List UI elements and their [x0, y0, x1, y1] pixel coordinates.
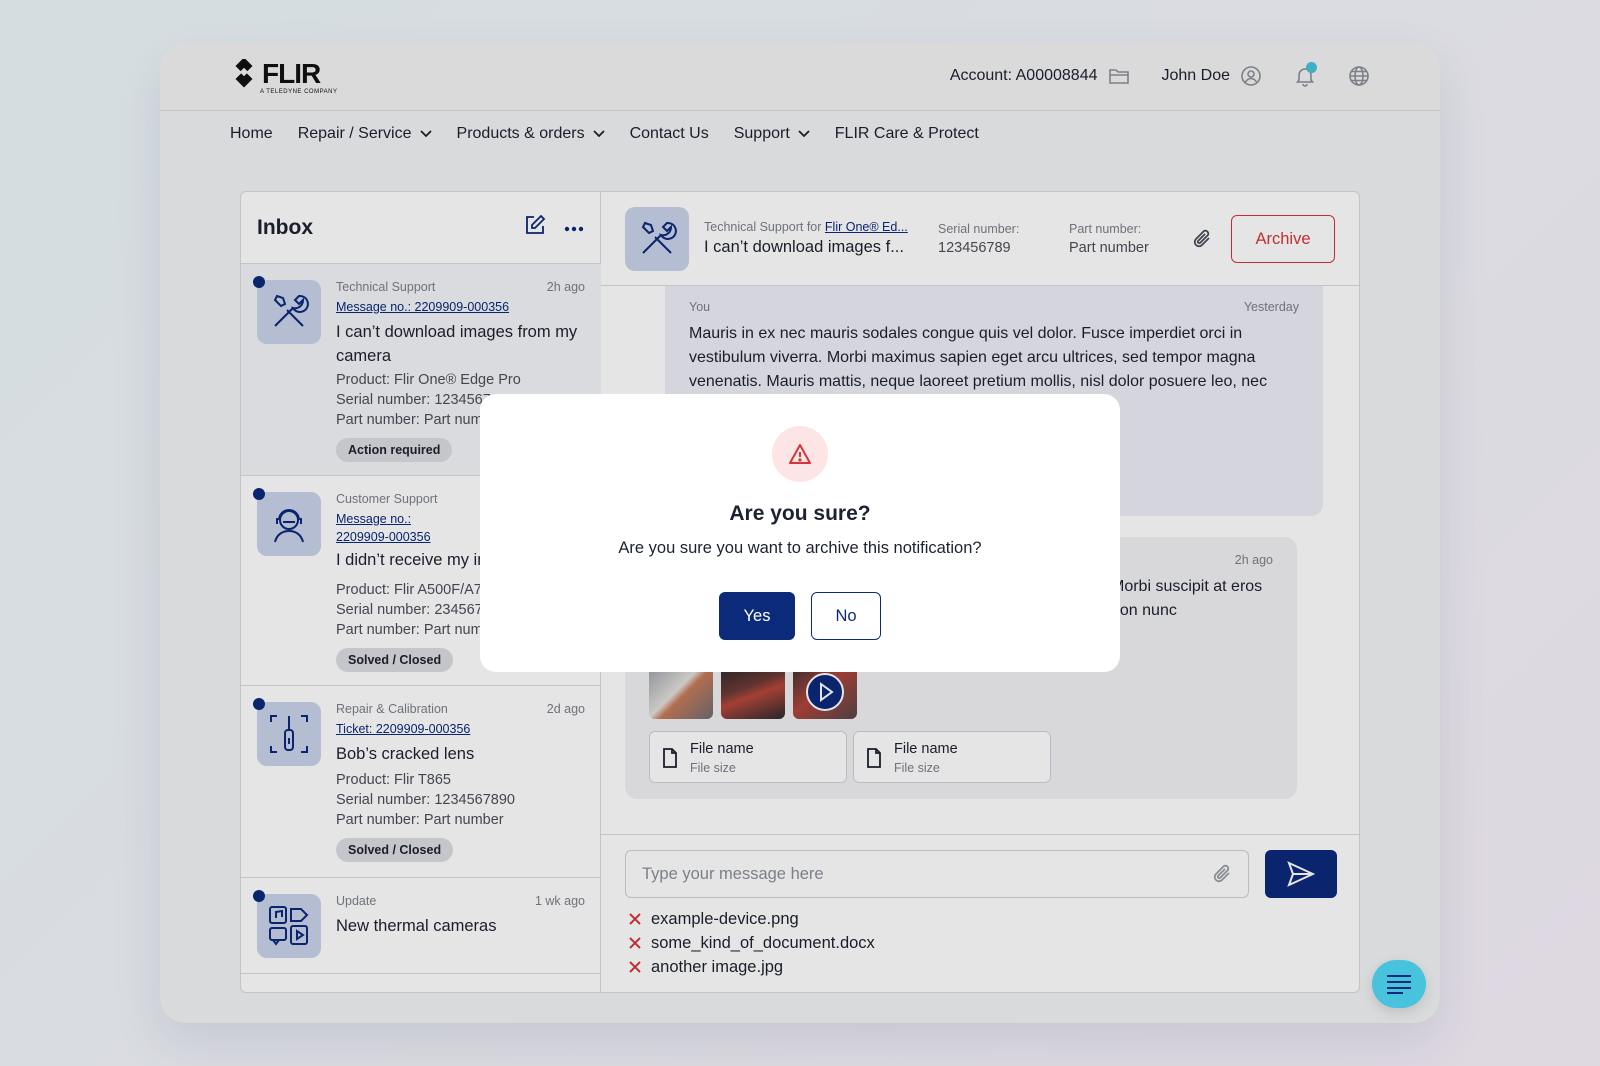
confirm-no-button[interactable]: No: [811, 592, 881, 640]
confirm-archive-dialog: Are you sure? Are you sure you want to a…: [480, 394, 1120, 672]
confirm-yes-button[interactable]: Yes: [719, 592, 795, 640]
menu-lines-icon: [1387, 975, 1411, 994]
dialog-message: Are you sure you want to archive this no…: [618, 539, 982, 557]
chat-menu-button[interactable]: [1372, 960, 1426, 1008]
dialog-title: Are you sure?: [729, 502, 871, 525]
warning-icon: [772, 426, 828, 482]
